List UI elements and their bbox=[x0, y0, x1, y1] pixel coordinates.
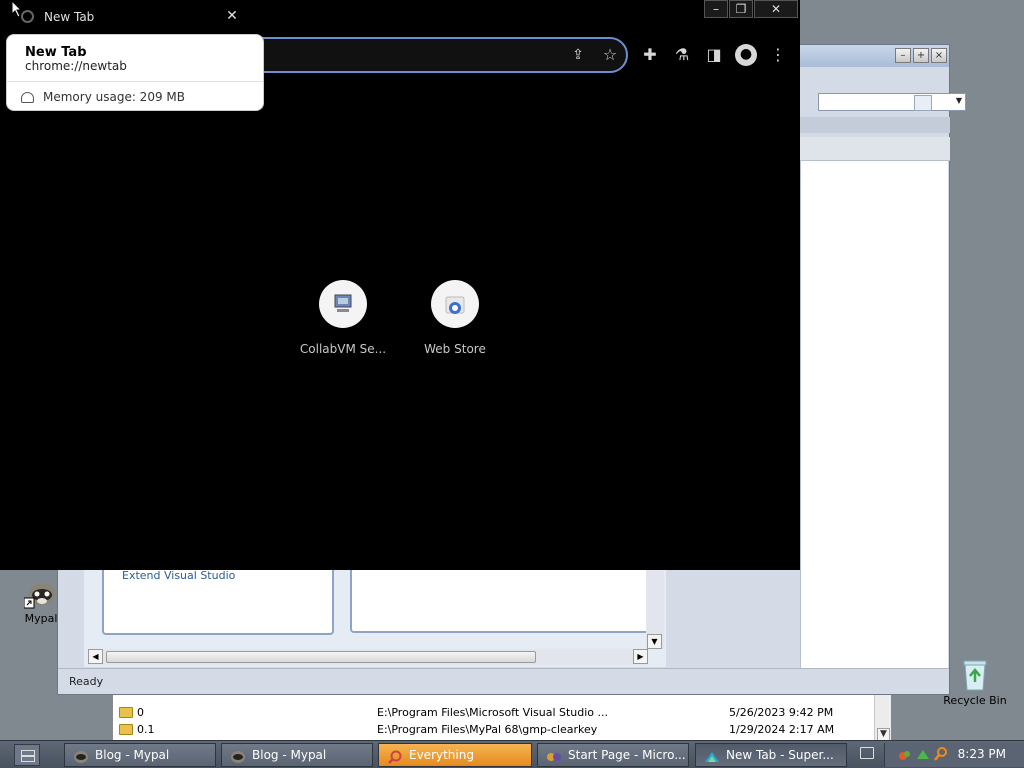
visual-studio-icon bbox=[546, 749, 562, 763]
chrome-window[interactable]: New Tab ✕ – ❐ ✕ ⇪ ☆ ✚ ⚗ ◨ ● ⋮ CollabVM S… bbox=[0, 0, 800, 570]
menu-dots-icon[interactable]: ⋮ bbox=[768, 45, 788, 65]
file-path: E:\Program Files\Microsoft Visual Studio… bbox=[377, 706, 609, 719]
horizontal-scrollbar[interactable]: ◀ ▶ bbox=[88, 649, 648, 665]
taskbar-item-blog-mypal[interactable]: Blog - Mypal bbox=[221, 743, 373, 767]
toolbar-combo[interactable]: ▼ bbox=[818, 93, 966, 111]
recycle-bin-icon bbox=[960, 658, 990, 692]
memory-usage: Memory usage: 209 MB bbox=[43, 90, 185, 104]
taskbar-item-new-tab[interactable]: New Tab - Super... bbox=[695, 743, 847, 767]
shortcut-label: CollabVM Se... bbox=[299, 342, 387, 356]
divider bbox=[7, 81, 263, 82]
share-icon[interactable]: ⇪ bbox=[568, 45, 588, 65]
mouse-cursor-icon bbox=[11, 0, 23, 18]
extend-visual-studio-link[interactable]: Extend Visual Studio bbox=[122, 569, 235, 582]
taskbar-item-blog-mypal[interactable]: Blog - Mypal bbox=[64, 743, 216, 767]
start-button[interactable] bbox=[14, 744, 40, 766]
scroll-down-button[interactable]: ▼ bbox=[647, 634, 662, 649]
file-name: 0.1 bbox=[137, 723, 155, 736]
shortcut-collabvm[interactable]: CollabVM Se... bbox=[288, 280, 398, 356]
desktop-icon-recycle-bin[interactable]: Recycle Bin bbox=[940, 658, 1010, 707]
shortcut-label: Web Store bbox=[424, 342, 486, 356]
list-item[interactable]: 0 E:\Program Files\Microsoft Visual Stud… bbox=[113, 705, 873, 721]
desktop-icon-label: Recycle Bin bbox=[943, 694, 1007, 707]
find-icon[interactable] bbox=[914, 95, 932, 111]
task-label: New Tab - Super... bbox=[726, 748, 834, 762]
tray-search-icon[interactable] bbox=[933, 746, 949, 765]
profile-avatar-icon[interactable]: ● bbox=[735, 44, 757, 66]
status-text: Ready bbox=[69, 675, 104, 688]
raccoon-icon bbox=[73, 749, 89, 763]
raccoon-icon bbox=[230, 749, 246, 763]
file-path: E:\Program Files\MyPal 68\gmp-clearkey bbox=[377, 723, 598, 736]
side-panel bbox=[800, 161, 948, 669]
tray-app-icon[interactable] bbox=[897, 747, 913, 766]
tab-hover-card: New Tab chrome://newtab Memory usage: 20… bbox=[6, 34, 264, 111]
start-page-card: Extend Visual Studio bbox=[102, 565, 334, 635]
folder-icon bbox=[119, 724, 133, 735]
browser-icon bbox=[704, 749, 720, 763]
restore-button[interactable]: ❐ bbox=[729, 0, 753, 18]
taskbar-item-everything[interactable]: Everything bbox=[378, 743, 532, 767]
task-label: Everything bbox=[409, 748, 474, 762]
extensions-puzzle-icon[interactable]: ✚ bbox=[640, 45, 660, 65]
toolbar-strip bbox=[800, 117, 950, 133]
raccoon-icon bbox=[23, 578, 58, 610]
tab-title[interactable]: New Tab bbox=[44, 10, 94, 24]
task-label: Start Page - Micro... bbox=[568, 748, 686, 762]
task-label: Blog - Mypal bbox=[252, 748, 327, 762]
collabvm-icon bbox=[319, 280, 367, 328]
clock[interactable]: 8:23 PM bbox=[958, 747, 1006, 761]
task-label: Blog - Mypal bbox=[95, 748, 170, 762]
taskbar-item-start-page[interactable]: Start Page - Micro... bbox=[537, 743, 689, 767]
file-date: 1/29/2024 2:17 AM bbox=[729, 723, 835, 736]
hover-card-title: New Tab bbox=[25, 45, 87, 60]
tab-close-button[interactable]: ✕ bbox=[224, 6, 240, 26]
close-button[interactable]: × bbox=[931, 48, 947, 63]
scroll-left-button[interactable]: ◀ bbox=[88, 649, 103, 664]
magnifier-icon bbox=[387, 749, 403, 764]
folder-icon bbox=[119, 707, 133, 718]
panel-header bbox=[800, 137, 950, 161]
side-panel-icon[interactable]: ◨ bbox=[704, 45, 724, 65]
system-tray: 8:23 PM bbox=[884, 743, 1024, 767]
minimize-button[interactable]: – bbox=[704, 0, 728, 18]
chevron-down-icon: ▼ bbox=[955, 96, 962, 105]
bookmark-star-icon[interactable]: ☆ bbox=[600, 45, 620, 65]
memory-gauge-icon bbox=[21, 92, 34, 103]
vertical-scrollbar[interactable]: ▼ bbox=[646, 565, 664, 649]
tray-network-icon[interactable] bbox=[915, 747, 931, 766]
close-button[interactable]: ✕ bbox=[754, 0, 798, 18]
vertical-scrollbar[interactable]: ▼ bbox=[874, 687, 891, 743]
scroll-thumb[interactable] bbox=[106, 651, 536, 663]
keyboard-icon[interactable] bbox=[860, 747, 874, 759]
address-bar[interactable]: ⇪ ☆ bbox=[200, 37, 628, 73]
file-date: 5/26/2023 9:42 PM bbox=[729, 706, 834, 719]
maximize-button[interactable]: + bbox=[913, 48, 929, 63]
minimize-button[interactable]: – bbox=[895, 48, 911, 63]
web-store-icon bbox=[431, 280, 479, 328]
start-page-card bbox=[350, 565, 650, 633]
list-item[interactable]: 0.1 E:\Program Files\MyPal 68\gmp-cleark… bbox=[113, 722, 873, 738]
hover-card-url: chrome://newtab bbox=[25, 59, 127, 73]
labs-flask-icon[interactable]: ⚗ bbox=[672, 45, 692, 65]
scroll-right-button[interactable]: ▶ bbox=[633, 649, 648, 664]
shortcut-web-store[interactable]: Web Store bbox=[400, 280, 510, 356]
status-bar: Ready bbox=[58, 668, 949, 694]
file-name: 0 bbox=[137, 706, 144, 719]
